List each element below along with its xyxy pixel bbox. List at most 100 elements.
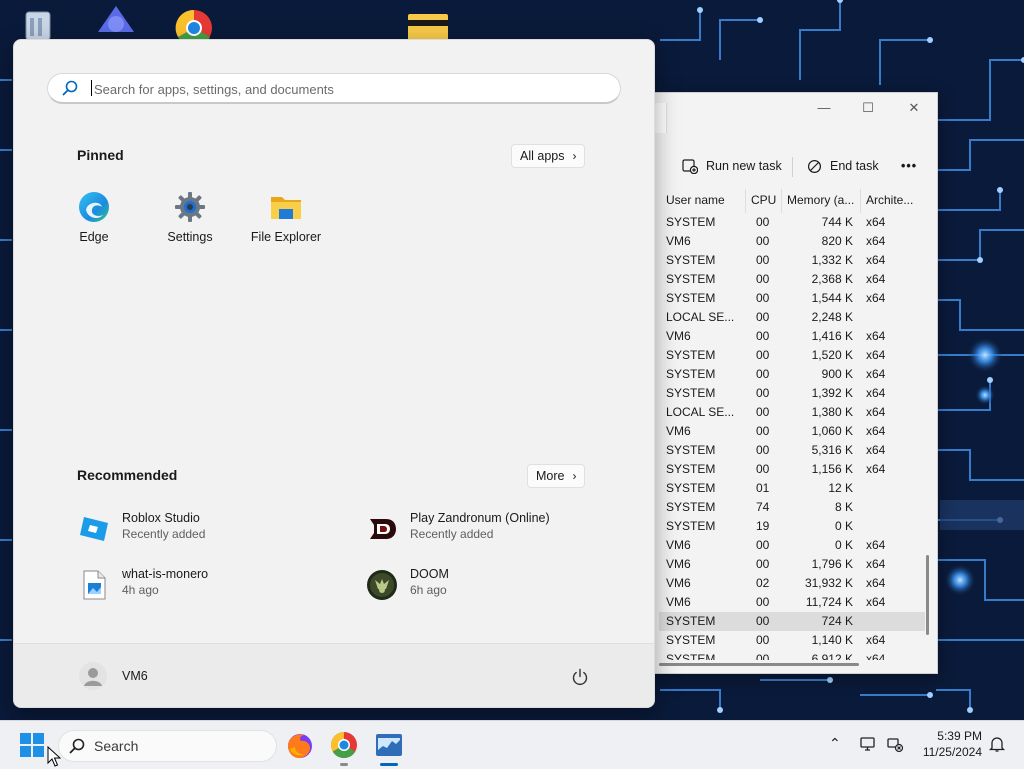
process-row[interactable]: SYSTEM 00 1,332 K x64 <box>659 251 925 270</box>
start-windows-icon[interactable] <box>16 729 48 761</box>
running-indicator <box>340 763 348 766</box>
column-divider[interactable] <box>860 189 861 213</box>
pinned-app-file-explorer[interactable]: File Explorer <box>241 191 331 251</box>
taskbar-search-label: Search <box>94 738 139 754</box>
process-memory-cell: 2,368 K <box>811 272 853 286</box>
process-row[interactable]: SYSTEM 00 1,156 K x64 <box>659 460 925 479</box>
process-architecture-cell <box>866 479 896 498</box>
recommended-item[interactable]: DOOM 6h ago <box>366 567 626 603</box>
start-search-box[interactable] <box>47 73 621 104</box>
vertical-scrollbar[interactable] <box>926 555 929 635</box>
more-button[interactable]: More › <box>527 464 586 488</box>
firefox-icon[interactable] <box>284 729 316 761</box>
process-memory-cell: 1,796 K <box>811 557 853 571</box>
recommended-item[interactable]: Roblox Studio Recently added <box>78 511 338 547</box>
folder-desktop-icon[interactable] <box>404 4 452 40</box>
process-row[interactable]: SYSTEM 00 2,368 K x64 <box>659 270 925 289</box>
process-architecture-cell: x64 <box>866 424 886 438</box>
power-icon[interactable] <box>571 668 589 686</box>
process-cpu-cell: 00 <box>756 443 770 457</box>
system-clock[interactable]: 5:39 PM 11/25/2024 <box>912 728 982 760</box>
process-architecture-cell: x64 <box>866 633 886 647</box>
all-apps-button[interactable]: All apps › <box>511 144 586 168</box>
process-memory-cell: 1,392 K <box>811 386 853 400</box>
roblox-studio-icon <box>80 517 108 541</box>
user-name[interactable]: VM6 <box>122 669 148 683</box>
close-icon[interactable]: ✕ <box>904 99 924 117</box>
process-row[interactable]: SYSTEM 00 1,520 K x64 <box>659 346 925 365</box>
process-row[interactable]: SYSTEM 00 1,544 K x64 <box>659 289 925 308</box>
process-cpu-cell: 19 <box>756 519 770 533</box>
process-row[interactable]: VM6 00 1,060 K x64 <box>659 422 925 441</box>
process-row[interactable]: SYSTEM 19 0 K <box>659 517 925 536</box>
process-architecture-cell: x64 <box>866 462 886 476</box>
notification-bell-icon[interactable] <box>988 735 1006 753</box>
process-user-cell: VM6 <box>666 595 691 609</box>
process-row[interactable]: SYSTEM 00 6,912 K x64 <box>659 650 925 660</box>
process-row[interactable]: VM6 00 11,724 K x64 <box>659 593 925 612</box>
process-cpu-cell: 00 <box>756 614 770 628</box>
recommended-item-subtitle: 4h ago <box>122 583 159 597</box>
chrome-icon[interactable] <box>328 729 360 761</box>
more-options-button[interactable]: ••• <box>901 155 917 177</box>
process-row[interactable]: SYSTEM 01 12 K <box>659 479 925 498</box>
process-row[interactable]: LOCAL SE... 00 2,248 K <box>659 308 925 327</box>
process-row[interactable]: LOCAL SE... 00 1,380 K x64 <box>659 403 925 422</box>
maximize-icon[interactable]: ☐ <box>858 99 878 117</box>
taskbar-search-box[interactable]: Search <box>58 730 277 762</box>
run-new-task-button[interactable]: Run new task <box>682 155 782 177</box>
display-icon[interactable] <box>859 735 877 753</box>
process-row[interactable]: VM6 00 1,796 K x64 <box>659 555 925 574</box>
search-icon <box>62 80 78 96</box>
clock-time: 5:39 PM <box>937 729 982 743</box>
process-row[interactable]: VM6 00 820 K x64 <box>659 232 925 251</box>
column-header-user[interactable]: User name <box>666 189 746 211</box>
chrome-desktop-icon[interactable] <box>170 4 218 40</box>
process-row[interactable]: SYSTEM 00 900 K x64 <box>659 365 925 384</box>
process-row[interactable]: SYSTEM 00 1,140 K x64 <box>659 631 925 650</box>
process-memory-cell: 0 K <box>834 519 853 533</box>
column-header-memory[interactable]: Memory (a... <box>787 189 859 211</box>
clock-date: 11/25/2024 <box>922 745 982 759</box>
process-cpu-cell: 00 <box>756 424 770 438</box>
column-header-architecture[interactable]: Archite... <box>866 189 922 211</box>
recommended-item[interactable]: what-is-monero 4h ago <box>78 567 338 603</box>
process-row[interactable]: VM6 00 1,416 K x64 <box>659 327 925 346</box>
folder-icon <box>271 197 301 219</box>
process-row[interactable]: SYSTEM 74 8 K <box>659 498 925 517</box>
pinned-app-settings[interactable]: Settings <box>145 191 235 251</box>
recommended-item-subtitle: Recently added <box>410 527 494 541</box>
process-row[interactable]: SYSTEM 00 5,316 K x64 <box>659 441 925 460</box>
column-header-cpu[interactable]: CPU <box>751 189 781 211</box>
end-task-button[interactable]: End task <box>807 155 879 177</box>
zandronum-desktop-icon[interactable] <box>92 2 140 38</box>
horizontal-scrollbar[interactable] <box>659 663 921 667</box>
user-avatar-icon[interactable] <box>79 662 107 690</box>
process-row[interactable]: SYSTEM 00 744 K x64 <box>659 213 925 232</box>
horizontal-scrollbar-thumb[interactable] <box>659 663 859 666</box>
recommended-item[interactable]: Play Zandronum (Online) Recently added <box>366 511 626 547</box>
start-search-input[interactable] <box>92 76 596 102</box>
pinned-app-edge[interactable]: Edge <box>49 191 139 251</box>
recycle-bin-icon[interactable] <box>14 4 62 40</box>
task-manager-titlebar[interactable]: — ☐ ✕ <box>654 93 937 123</box>
column-divider[interactable] <box>745 189 746 213</box>
column-divider[interactable] <box>781 189 782 213</box>
process-cpu-cell: 00 <box>756 462 770 476</box>
more-label: More <box>536 469 565 483</box>
network-disconnected-icon[interactable] <box>886 735 904 753</box>
process-row[interactable]: SYSTEM 00 724 K <box>659 612 925 631</box>
process-user-cell: SYSTEM <box>666 215 716 229</box>
chevron-up-icon[interactable]: ⌃ <box>829 735 847 753</box>
process-cpu-cell: 00 <box>756 557 770 571</box>
process-memory-cell: 5,316 K <box>811 443 853 457</box>
process-cpu-cell: 00 <box>756 329 770 343</box>
process-row[interactable]: SYSTEM 00 1,392 K x64 <box>659 384 925 403</box>
process-user-cell: SYSTEM <box>666 614 716 628</box>
process-row[interactable]: VM6 00 0 K x64 <box>659 536 925 555</box>
minimize-icon[interactable]: — <box>814 99 834 117</box>
task-manager-icon[interactable] <box>373 729 405 761</box>
process-memory-cell: 724 K <box>821 614 853 628</box>
task-manager-window[interactable]: — ☐ ✕ Run new task End task ••• User nam… <box>653 92 938 674</box>
process-row[interactable]: VM6 02 31,932 K x64 <box>659 574 925 593</box>
